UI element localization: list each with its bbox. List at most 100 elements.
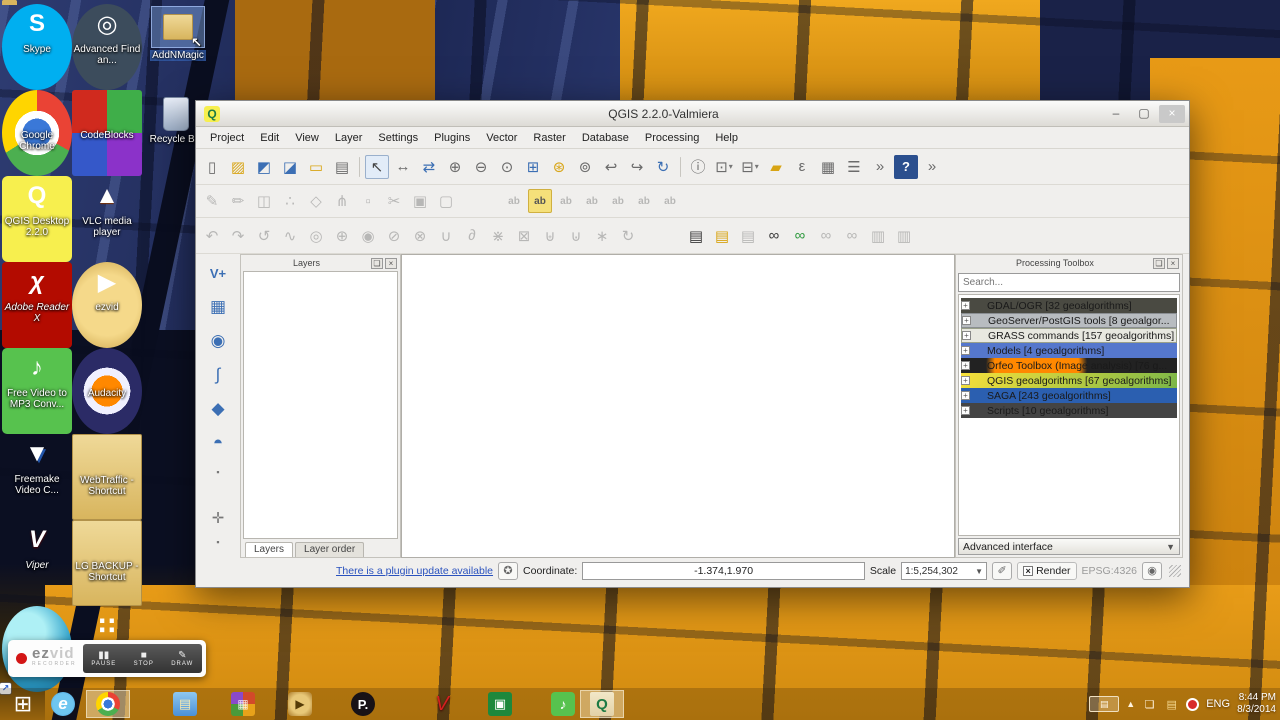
menu-settings[interactable]: Settings [370, 130, 426, 146]
maximize-button[interactable]: ▢ [1131, 105, 1157, 123]
toolbar-overflow-icon-2[interactable]: » [920, 155, 944, 179]
label-tool-icon-2[interactable]: ab [528, 189, 552, 213]
desktop-icon-image[interactable] [90, 524, 124, 558]
add-mssql-layer-icon[interactable]: ◆ [205, 396, 231, 422]
expand-icon[interactable] [961, 301, 970, 310]
desktop-icon-qgis[interactable]: Q QGIS Desktop 2.2.0 [2, 176, 72, 262]
help-icon[interactable]: ? [894, 154, 918, 179]
desktop-icon-image[interactable]: V [20, 523, 54, 557]
zoom-to-layer-icon[interactable]: ⊚ [573, 155, 597, 179]
desktop-icon-freemake[interactable]: ▼ Freemake Video C... [2, 434, 72, 520]
plugin-icon[interactable]: ✪ [498, 562, 519, 580]
tab-layers[interactable]: Layers [245, 542, 294, 557]
float-panel-icon[interactable]: ❏ [371, 257, 383, 269]
add-oracle-layer-icon[interactable]: ◓ [205, 430, 231, 456]
zoom-out-icon[interactable]: ⊖ [469, 155, 493, 179]
touch-keyboard-icon[interactable]: ▤ [1089, 696, 1120, 712]
menu-layer[interactable]: Layer [327, 130, 371, 146]
zoom-native-icon[interactable]: ⊙ [495, 155, 519, 179]
label-tool-icon-1[interactable]: ab [502, 189, 526, 213]
search-tool-icon-4[interactable]: ∞ [840, 224, 864, 248]
toolbar-button[interactable] [642, 224, 682, 248]
tray-alert-icon[interactable] [1186, 697, 1200, 711]
merge-features-icon[interactable]: ⊎ [538, 224, 562, 248]
menu-raster[interactable]: Raster [525, 130, 573, 146]
offset-curve-icon[interactable]: ∂ [460, 224, 484, 248]
crosshair-tool-icon[interactable]: ✛ [210, 510, 226, 527]
group-grass[interactable]: GRASS commands [157 geoalgorithms] [961, 328, 1177, 343]
search-tool-icon-6[interactable]: ▥ [892, 224, 916, 248]
scale-combo[interactable]: 1:5,254,302 ▼ [901, 562, 988, 580]
resize-grip[interactable] [1169, 565, 1181, 577]
desktop-icon-image[interactable]: ♪ [20, 351, 54, 385]
expand-icon[interactable] [962, 316, 971, 325]
paste-features-icon[interactable]: ▢ [434, 189, 458, 213]
group-gdal-ogr[interactable]: GDAL/OGR [32 geoalgorithms] [961, 298, 1177, 313]
label-tool-icon-5[interactable]: ab [606, 189, 630, 213]
new-shapefile-layer-icon[interactable]: ▪ [210, 464, 226, 480]
undo-icon[interactable]: ↶ [200, 224, 224, 248]
group-qgis[interactable]: QGIS geoalgorithms [67 geoalgorithms] [961, 373, 1177, 388]
group-orfeo[interactable]: Orfeo Toolbox (Image analysis) [76 g... [961, 358, 1177, 373]
split-parts-icon[interactable]: ⊠ [512, 224, 536, 248]
language-indicator[interactable]: ENG [1206, 698, 1230, 710]
desktop-icon-image[interactable]: ▼ [20, 437, 54, 471]
add-part-icon[interactable]: ⊕ [330, 224, 354, 248]
add-ring-icon[interactable]: ◎ [304, 224, 328, 248]
folder-icon[interactable]: ↖ [151, 6, 205, 50]
coordinate-input[interactable] [582, 562, 865, 580]
minimize-button[interactable]: – [1103, 105, 1129, 123]
group-scripts[interactable]: Scripts [10 geoalgorithms] [961, 403, 1177, 418]
taskbar-p-app[interactable]: P. [346, 690, 380, 718]
recorder-stop-button[interactable]: ■ STOP [134, 650, 154, 667]
menu-edit[interactable]: Edit [252, 130, 287, 146]
new-print-composer-icon[interactable]: ▭ [304, 155, 328, 179]
toggle-editing-icon[interactable]: ✏ [226, 189, 250, 213]
search-tool-icon-1[interactable]: ∞ [762, 224, 786, 248]
split-features-icon[interactable]: ⋇ [486, 224, 510, 248]
expand-icon[interactable] [961, 361, 970, 370]
render-checkbox-group[interactable]: × Render [1017, 562, 1077, 580]
save-project-icon[interactable]: ◩ [252, 155, 276, 179]
desktop-icon-audacity[interactable]: Audacity [72, 348, 142, 434]
delete-ring-icon[interactable]: ⊘ [382, 224, 406, 248]
label-tool-icon-7[interactable]: ab [658, 189, 682, 213]
zoom-to-selection-icon[interactable]: ⊛ [547, 155, 571, 179]
identify-features-icon[interactable]: ⓘ [686, 155, 710, 179]
desktop-icon-ezvid[interactable]: ▶ ezvid [72, 262, 142, 348]
menu-plugins[interactable]: Plugins [426, 130, 478, 146]
zoom-last-icon[interactable]: ↩ [599, 155, 623, 179]
add-feature-icon[interactable]: ∴ [278, 189, 302, 213]
deselect-features-icon[interactable]: ⊟ [738, 155, 762, 179]
tab-layer-order[interactable]: Layer order [295, 542, 365, 557]
new-bookmark-icon[interactable]: ▰ [764, 155, 788, 179]
tray-icon-2[interactable]: ▤ [1164, 697, 1179, 712]
new-project-icon[interactable]: ▯ [200, 155, 224, 179]
title-bar[interactable]: Q QGIS 2.2.0-Valmiera – ▢ × [196, 101, 1189, 127]
float-panel-icon[interactable]: ❏ [1153, 257, 1165, 269]
attribute-table-icon[interactable]: ▦ [816, 155, 840, 179]
close-button[interactable]: × [1159, 104, 1185, 123]
taskbar-ezvid[interactable]: ▶ [283, 690, 317, 718]
toolbar-button[interactable] [460, 189, 500, 213]
add-raster-layer-icon[interactable]: ▦ [205, 294, 231, 320]
touch-zoom-icon[interactable]: ↖ [365, 154, 389, 179]
save-edits-icon[interactable]: ◫ [252, 189, 276, 213]
rotate-point-symbols-icon[interactable]: ∗ [590, 224, 614, 248]
menu-processing[interactable]: Processing [637, 130, 707, 146]
processing-search-input[interactable] [958, 273, 1180, 292]
copy-features-icon[interactable]: ▣ [408, 189, 432, 213]
menu-project[interactable]: Project [202, 130, 252, 146]
taskbar-photos[interactable]: ▦ [226, 690, 260, 718]
search-tool-icon-5[interactable]: ▥ [866, 224, 890, 248]
check-geometry-icon[interactable]: ↻ [616, 224, 640, 248]
current-edits-icon[interactable]: ✎ [200, 189, 224, 213]
desktop-icon-image[interactable] [20, 93, 54, 127]
taskbar-viper[interactable]: V [425, 690, 459, 718]
desktop-icon-image[interactable]: Q [20, 179, 54, 213]
plugin-update-link[interactable]: There is a plugin update available [336, 565, 493, 577]
map-refresh-icon[interactable]: ↻ [651, 155, 675, 179]
recycle-bin-icon[interactable] [163, 97, 189, 131]
group-geoserver[interactable]: GeoServer/PostGIS tools [8 geoalgor... [961, 313, 1177, 328]
close-panel-icon[interactable]: × [385, 257, 397, 269]
